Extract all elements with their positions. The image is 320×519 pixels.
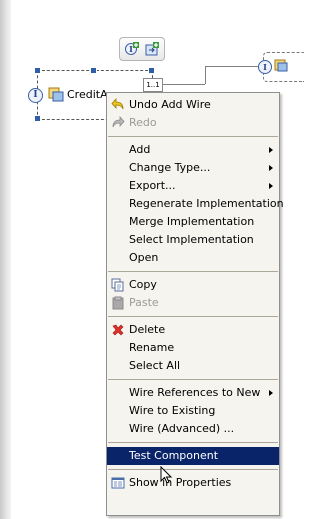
selection-handle[interactable] — [90, 67, 97, 74]
menu-item-wire-references-to-new[interactable]: Wire References to New — [107, 384, 279, 402]
menu-separator — [108, 271, 278, 272]
selection-handle[interactable] — [34, 67, 41, 74]
menu-item-undo[interactable]: Undo Add Wire — [107, 96, 279, 114]
menu-separator — [108, 136, 278, 137]
properties-icon — [111, 476, 125, 490]
editor-left-border — [0, 0, 11, 519]
menu-item-change-type[interactable]: Change Type... — [107, 159, 279, 177]
target-component-icon — [274, 58, 288, 75]
menu-item-add[interactable]: Add — [107, 141, 279, 159]
add-interface-icon[interactable]: I — [123, 40, 141, 58]
menu-item-copy[interactable]: Copy — [107, 276, 279, 294]
selection-handle[interactable] — [148, 67, 155, 74]
menu-separator — [108, 442, 278, 443]
submenu-arrow-icon — [269, 183, 273, 189]
selection-handle[interactable] — [34, 115, 41, 122]
component-name-label: CreditAp — [67, 88, 111, 101]
menu-item-regenerate-implementation[interactable]: Regenerate Implementation — [107, 195, 284, 213]
wire-segment — [205, 66, 206, 84]
component-interface-icon[interactable]: I — [28, 88, 43, 103]
svg-text:I: I — [129, 44, 133, 54]
menu-item-delete[interactable]: Delete — [107, 321, 279, 339]
submenu-arrow-icon — [269, 165, 273, 171]
menu-item-wire-to-existing[interactable]: Wire to Existing — [107, 402, 279, 420]
copy-icon — [111, 278, 125, 292]
redo-icon — [111, 115, 125, 130]
menu-separator — [108, 469, 278, 470]
menu-item-export[interactable]: Export... — [107, 177, 279, 195]
menu-item-paste[interactable]: Paste — [107, 294, 279, 312]
menu-separator — [108, 316, 278, 317]
submenu-arrow-icon — [269, 390, 273, 396]
mouse-pointer-icon — [160, 465, 173, 487]
add-reference-icon[interactable] — [143, 40, 161, 58]
menu-item-rename[interactable]: Rename — [107, 339, 279, 357]
component-hover-toolbar: I — [119, 37, 165, 61]
menu-item-open[interactable]: Open — [107, 249, 279, 267]
delete-icon — [111, 323, 125, 337]
menu-item-merge-implementation[interactable]: Merge Implementation — [107, 213, 279, 231]
menu-item-test-component[interactable]: Test Component — [107, 447, 279, 465]
menu-item-select-all[interactable]: Select All — [107, 357, 279, 375]
submenu-arrow-icon — [269, 147, 273, 153]
wire-segment — [205, 66, 258, 67]
undo-icon — [111, 97, 125, 112]
menu-item-select-implementation[interactable]: Select Implementation — [107, 231, 279, 249]
paste-icon — [111, 296, 125, 310]
menu-separator — [108, 379, 278, 380]
java-component-icon — [48, 86, 64, 105]
menu-item-wire-advanced[interactable]: Wire (Advanced) ... — [107, 420, 279, 438]
wire-segment — [161, 84, 205, 85]
menu-item-redo[interactable]: Redo — [107, 114, 279, 132]
reference-multiplicity-badge[interactable]: 1..1 — [143, 78, 163, 92]
menu-item-show-in-properties[interactable]: Show in Properties — [107, 474, 279, 492]
target-interface-icon[interactable]: I — [258, 60, 272, 74]
context-menu: Undo Add Wire Redo Add Change Type... Ex… — [106, 92, 284, 516]
